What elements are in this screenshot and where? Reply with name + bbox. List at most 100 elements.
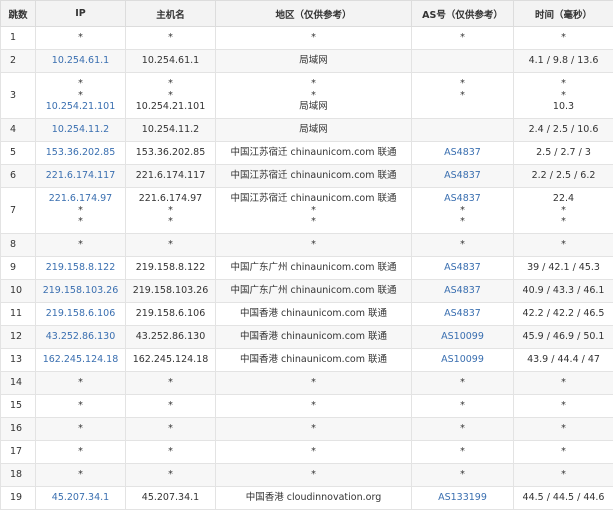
ip-link[interactable]: 221.6.174.97 bbox=[36, 193, 125, 205]
ip-cell: * bbox=[36, 464, 126, 487]
time-cell: 2.5 / 2.7 / 3 bbox=[514, 142, 613, 165]
time-cell: 44.5 / 44.5 / 44.6 bbox=[514, 487, 613, 510]
header-hostname: 主机名 bbox=[126, 1, 216, 27]
ip-link[interactable]: 219.158.103.26 bbox=[36, 285, 125, 297]
cell-text: 中国江苏宿迁 chinaunicom.com 联通 bbox=[216, 193, 411, 205]
ip-link[interactable]: 162.245.124.18 bbox=[36, 354, 125, 366]
as-link[interactable]: AS4837 bbox=[412, 193, 513, 205]
region-cell: 中国江苏宿迁 chinaunicom.com 联通 bbox=[216, 165, 412, 188]
cell-text: * bbox=[514, 400, 613, 412]
table-row: 210.254.61.110.254.61.1局域网 4.1 / 9.8 / 1… bbox=[1, 50, 613, 73]
cell-text: * bbox=[216, 423, 411, 435]
cell-text: * bbox=[126, 78, 215, 90]
region-cell: 中国香港 cloudinnovation.org bbox=[216, 487, 412, 510]
time-cell: 40.9 / 43.3 / 46.1 bbox=[514, 280, 613, 303]
hop-cell: 7 bbox=[1, 188, 36, 234]
hostname-cell: 153.36.202.85 bbox=[126, 142, 216, 165]
time-cell: * bbox=[514, 441, 613, 464]
region-cell: * bbox=[216, 372, 412, 395]
cell-text: * bbox=[412, 377, 513, 389]
as-cell: * bbox=[412, 441, 514, 464]
hop-cell: 10 bbox=[1, 280, 36, 303]
cell-text: 中国江苏宿迁 chinaunicom.com 联通 bbox=[216, 170, 411, 182]
hop-cell: 11 bbox=[1, 303, 36, 326]
ip-link[interactable]: 221.6.174.117 bbox=[36, 170, 125, 182]
cell-text: 40.9 / 43.3 / 46.1 bbox=[514, 285, 613, 297]
ip-link[interactable]: 153.36.202.85 bbox=[36, 147, 125, 159]
ip-link[interactable]: 10.254.11.2 bbox=[36, 124, 125, 136]
table-row: 14***** bbox=[1, 372, 613, 395]
hop-cell: 13 bbox=[1, 349, 36, 372]
cell-text: * bbox=[36, 423, 125, 435]
ip-cell: 221.6.174.97** bbox=[36, 188, 126, 234]
hop-cell: 12 bbox=[1, 326, 36, 349]
region-cell: * bbox=[216, 441, 412, 464]
as-link[interactable]: AS4837 bbox=[412, 262, 513, 274]
cell-text: 162.245.124.18 bbox=[126, 354, 215, 366]
as-link[interactable]: AS133199 bbox=[412, 492, 513, 504]
ip-link[interactable]: 219.158.6.106 bbox=[36, 308, 125, 320]
region-cell: 局域网 bbox=[216, 50, 412, 73]
as-cell: AS4837 bbox=[412, 303, 514, 326]
time-cell: 4.1 / 9.8 / 13.6 bbox=[514, 50, 613, 73]
ip-cell: * bbox=[36, 418, 126, 441]
as-link[interactable]: AS4837 bbox=[412, 170, 513, 182]
hop-cell: 15 bbox=[1, 395, 36, 418]
hop-cell: 1 bbox=[1, 27, 36, 50]
cell-text: * bbox=[126, 32, 215, 44]
cell-text: 局域网 bbox=[216, 55, 411, 67]
as-link[interactable]: AS4837 bbox=[412, 308, 513, 320]
cell-text bbox=[412, 55, 513, 67]
ip-link[interactable]: 43.252.86.130 bbox=[36, 331, 125, 343]
as-cell bbox=[412, 119, 514, 142]
ip-cell: * bbox=[36, 27, 126, 50]
cell-text: * bbox=[126, 205, 215, 217]
cell-text: 中国香港 chinaunicom.com 联通 bbox=[216, 308, 411, 320]
cell-text: * bbox=[412, 469, 513, 481]
region-cell: 中国香港 chinaunicom.com 联通 bbox=[216, 326, 412, 349]
cell-text: * bbox=[36, 90, 125, 102]
header-as: AS号（仅供参考） bbox=[412, 1, 514, 27]
region-cell: 局域网 bbox=[216, 119, 412, 142]
cell-text: * bbox=[216, 446, 411, 458]
table-row: 13162.245.124.18162.245.124.18中国香港 china… bbox=[1, 349, 613, 372]
table-row: 7221.6.174.97**221.6.174.97**中国江苏宿迁 chin… bbox=[1, 188, 613, 234]
ip-link[interactable]: 10.254.21.101 bbox=[36, 101, 125, 113]
hostname-cell: * bbox=[126, 418, 216, 441]
cell-text: * bbox=[412, 78, 513, 90]
as-link[interactable]: AS10099 bbox=[412, 354, 513, 366]
ip-cell: 219.158.6.106 bbox=[36, 303, 126, 326]
as-link[interactable]: AS10099 bbox=[412, 331, 513, 343]
hop-cell: 17 bbox=[1, 441, 36, 464]
ip-cell: * bbox=[36, 234, 126, 257]
cell-text bbox=[412, 124, 513, 136]
cell-text: * bbox=[514, 216, 613, 228]
as-link[interactable]: AS4837 bbox=[412, 285, 513, 297]
cell-text: 43.252.86.130 bbox=[126, 331, 215, 343]
table-row: 1***** bbox=[1, 27, 613, 50]
cell-text: * bbox=[412, 400, 513, 412]
cell-text: * bbox=[36, 446, 125, 458]
ip-link[interactable]: 10.254.61.1 bbox=[36, 55, 125, 67]
cell-text: * bbox=[216, 216, 411, 228]
hostname-cell: 45.207.34.1 bbox=[126, 487, 216, 510]
cell-text: 2.5 / 2.7 / 3 bbox=[514, 147, 613, 159]
as-cell: AS133199 bbox=[412, 487, 514, 510]
region-cell: 中国广东广州 chinaunicom.com 联通 bbox=[216, 280, 412, 303]
as-link[interactable]: AS4837 bbox=[412, 147, 513, 159]
cell-text: * bbox=[36, 377, 125, 389]
cell-text: * bbox=[36, 400, 125, 412]
region-cell: 中国江苏宿迁 chinaunicom.com 联通 bbox=[216, 142, 412, 165]
cell-text: * bbox=[126, 216, 215, 228]
ip-cell: * bbox=[36, 395, 126, 418]
ip-link[interactable]: 45.207.34.1 bbox=[36, 492, 125, 504]
traceroute-table: 跳数 IP 主机名 地区（仅供参考） AS号（仅供参考） 时间（毫秒） 1***… bbox=[0, 0, 613, 510]
ip-link[interactable]: 219.158.8.122 bbox=[36, 262, 125, 274]
cell-text: 43.9 / 44.4 / 47 bbox=[514, 354, 613, 366]
time-cell: * bbox=[514, 464, 613, 487]
table-row: 9219.158.8.122219.158.8.122中国广东广州 chinau… bbox=[1, 257, 613, 280]
header-region: 地区（仅供参考） bbox=[216, 1, 412, 27]
table-row: 15***** bbox=[1, 395, 613, 418]
region-cell: 中国香港 chinaunicom.com 联通 bbox=[216, 349, 412, 372]
time-cell: * bbox=[514, 418, 613, 441]
